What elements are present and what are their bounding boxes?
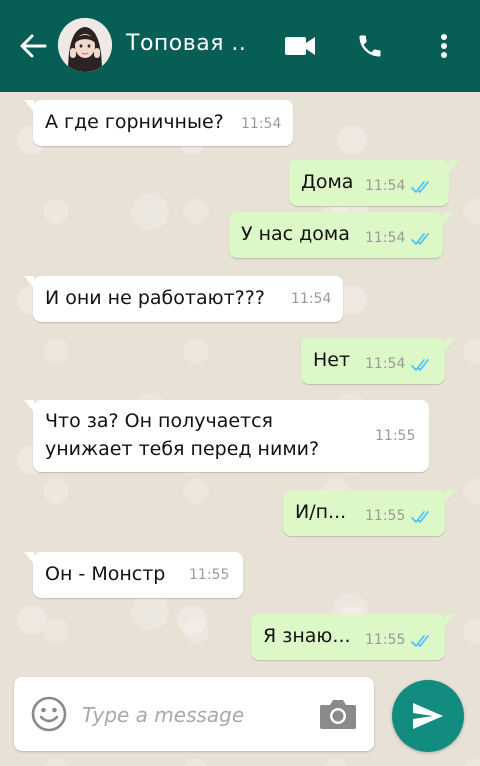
phone-icon xyxy=(359,35,381,57)
video-call-button[interactable] xyxy=(282,28,318,64)
camera-button[interactable] xyxy=(318,697,358,731)
read-receipt-icon xyxy=(411,635,429,647)
avatar-image xyxy=(58,18,112,72)
message-text-line2: унижает тебя перед ними? xyxy=(45,438,320,460)
back-button[interactable] xyxy=(16,30,50,62)
message-time: 11:54 xyxy=(365,356,406,372)
message-time: 11:55 xyxy=(375,428,416,444)
message-time: 11:54 xyxy=(291,291,332,307)
message-outgoing[interactable]: У нас дома 11:54 xyxy=(229,212,453,258)
contact-avatar[interactable] xyxy=(58,18,112,72)
message-text: Нет xyxy=(313,349,351,371)
message-time: 11:55 xyxy=(365,632,406,648)
read-receipt-icon xyxy=(411,233,429,245)
camera-icon xyxy=(320,700,356,729)
message-text: Дома xyxy=(301,171,354,193)
chat-header: Топовая .. xyxy=(0,0,480,92)
message-text-line1: Что за? Он получается xyxy=(45,410,273,432)
overflow-menu-button[interactable] xyxy=(426,28,462,64)
message-time: 11:54 xyxy=(365,230,406,246)
more-vert-icon xyxy=(441,34,447,58)
read-receipt-icon xyxy=(411,181,429,193)
message-composer xyxy=(14,677,374,751)
send-icon xyxy=(413,703,443,729)
voice-call-button[interactable] xyxy=(352,28,388,64)
message-time: 11:54 xyxy=(241,116,282,132)
message-text: Я знаю... xyxy=(263,625,351,647)
message-text: А где горничные? xyxy=(45,111,224,133)
smiley-icon xyxy=(31,696,67,732)
message-time: 11:55 xyxy=(365,508,406,524)
message-text: И/п... xyxy=(295,501,347,523)
emoji-button[interactable] xyxy=(30,695,68,733)
message-incoming[interactable]: А где горничные? 11:54 xyxy=(24,100,293,146)
chat-title[interactable]: Топовая .. xyxy=(126,31,246,56)
message-incoming[interactable]: Он - Монстр 11:55 xyxy=(24,552,243,598)
message-incoming[interactable]: И они не работают??? 11:54 xyxy=(24,276,343,322)
message-text: Он - Монстр xyxy=(45,563,166,585)
message-outgoing[interactable]: И/п... 11:55 xyxy=(283,490,455,536)
video-camera-icon xyxy=(285,37,315,55)
message-input[interactable] xyxy=(82,699,302,731)
message-text: И они не работают??? xyxy=(45,287,265,309)
message-outgoing[interactable]: Я знаю... 11:55 xyxy=(251,614,455,660)
message-time: 11:55 xyxy=(189,567,230,583)
message-time: 11:54 xyxy=(365,178,406,194)
message-outgoing[interactable]: Дома 11:54 xyxy=(289,160,459,206)
send-button[interactable] xyxy=(392,680,464,752)
message-incoming[interactable]: Что за? Он получается унижает тебя перед… xyxy=(24,400,429,472)
read-receipt-icon xyxy=(411,511,429,523)
message-list[interactable]: А где горничные? 11:54 Дома 11:54 У нас … xyxy=(0,92,480,766)
message-outgoing[interactable]: Нет 11:54 xyxy=(301,338,455,384)
message-text: У нас дома xyxy=(241,223,350,245)
read-receipt-icon xyxy=(411,359,429,371)
arrow-left-icon xyxy=(20,34,47,58)
